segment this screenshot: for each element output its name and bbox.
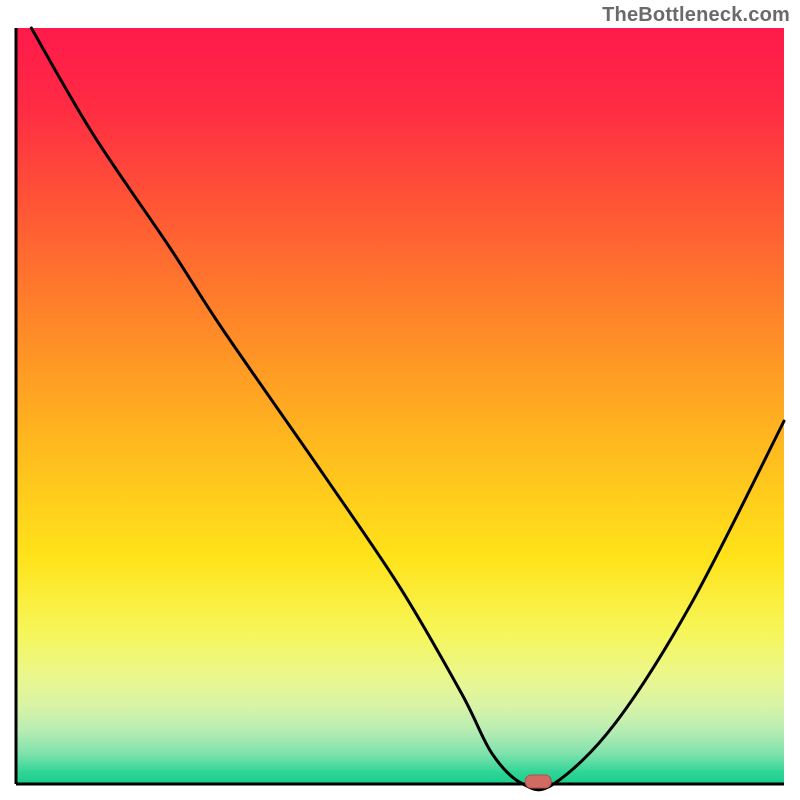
optimal-marker: [525, 775, 551, 788]
watermark-text: TheBottleneck.com: [602, 4, 790, 27]
gradient-background: [16, 28, 784, 784]
bottleneck-chart: [0, 0, 800, 800]
chart-container: TheBottleneck.com: [0, 0, 800, 800]
